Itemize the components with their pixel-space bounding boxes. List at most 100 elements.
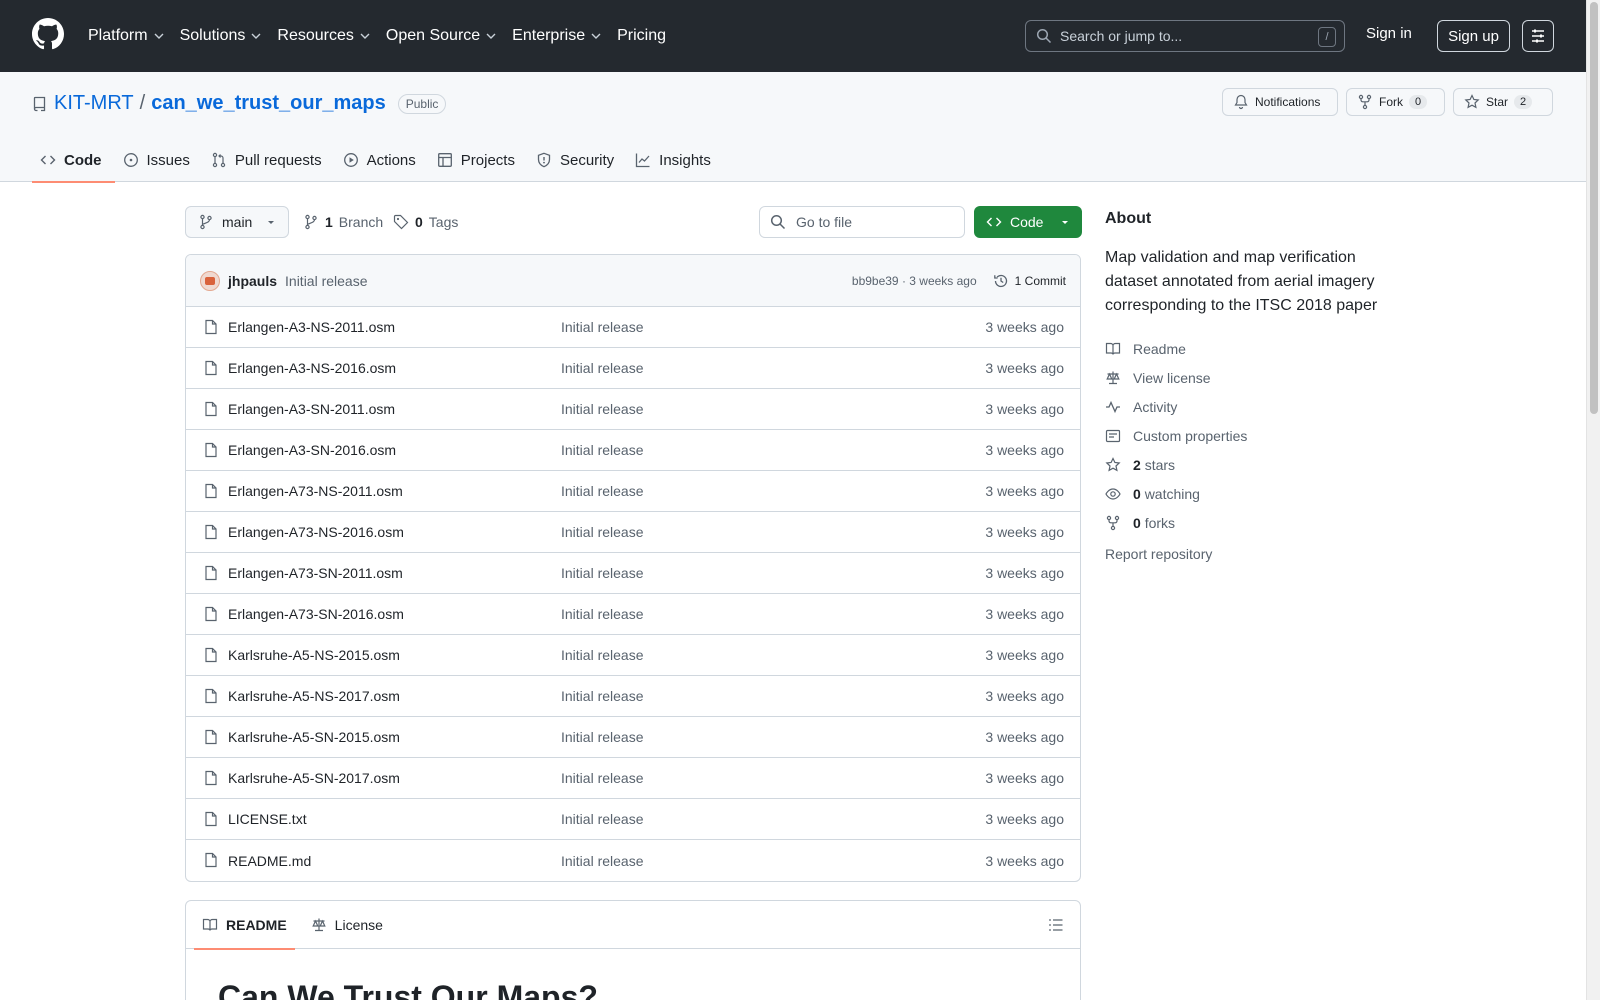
file-name-link[interactable]: Erlangen-A3-SN-2016.osm [228, 442, 396, 458]
repo-owner-link[interactable]: KIT-MRT [54, 92, 134, 115]
settings-menu-button[interactable] [1522, 20, 1554, 52]
file-toolbar: main 1 Branch 0 Tags Go to file Code [185, 206, 1082, 238]
nav-enterprise[interactable]: Enterprise [504, 27, 609, 45]
file-name-link[interactable]: Erlangen-A73-SN-2011.osm [228, 565, 403, 581]
tab-pull-requests[interactable]: Pull requests [203, 138, 335, 182]
tab-readme[interactable]: README [194, 901, 295, 950]
commit-message[interactable]: Initial release [285, 273, 368, 289]
file-commit-message[interactable]: Initial release [561, 319, 644, 335]
visibility-badge: Public [397, 93, 447, 114]
github-logo-icon[interactable] [32, 18, 64, 50]
license-link[interactable]: View license [1105, 363, 1405, 392]
outline-list-icon[interactable] [1048, 917, 1064, 933]
global-search-input[interactable]: Search or jump to... / [1025, 20, 1345, 52]
file-name-link[interactable]: Erlangen-A73-NS-2016.osm [228, 524, 404, 540]
commit-author-link[interactable]: jhpauls [228, 273, 277, 289]
watching-link[interactable]: 0 watching [1105, 479, 1405, 508]
avatar[interactable] [200, 270, 220, 291]
branch-select-button[interactable]: main [185, 206, 289, 238]
file-row[interactable]: Erlangen-A73-SN-2011.osm Initial release… [186, 553, 1080, 594]
about-title: About [1105, 210, 1152, 227]
file-commit-message[interactable]: Initial release [561, 729, 644, 745]
file-name-link[interactable]: Karlsruhe-A5-NS-2015.osm [228, 647, 400, 663]
file-commit-message[interactable]: Initial release [561, 483, 644, 499]
code-dropdown-button[interactable]: Code [974, 206, 1082, 238]
code-icon [986, 217, 1002, 227]
about-sidebar: About Map validation and map verificatio… [1105, 210, 1405, 568]
go-to-file-input[interactable]: Go to file [759, 206, 965, 238]
tab-code[interactable]: Code [32, 138, 115, 183]
custom-properties-link[interactable]: Custom properties [1105, 421, 1405, 450]
tab-actions[interactable]: Actions [335, 138, 429, 182]
file-row[interactable]: Karlsruhe-A5-SN-2015.osm Initial release… [186, 717, 1080, 758]
activity-link[interactable]: Activity [1105, 392, 1405, 421]
file-commit-message[interactable]: Initial release [561, 853, 644, 869]
file-row[interactable]: Erlangen-A3-SN-2011.osm Initial release … [186, 389, 1080, 430]
scrollbar-thumb[interactable] [1590, 2, 1598, 414]
star-button[interactable]: Star 2 [1453, 88, 1553, 116]
file-commit-message[interactable]: Initial release [561, 360, 644, 376]
file-row[interactable]: Erlangen-A73-NS-2016.osm Initial release… [186, 512, 1080, 553]
page-scrollbar[interactable] [1586, 0, 1600, 1000]
custom-properties-label: Custom properties [1133, 427, 1248, 444]
repo-name-link[interactable]: can_we_trust_our_maps [151, 92, 386, 115]
tags-link[interactable]: 0 Tags [393, 214, 458, 230]
file-name-link[interactable]: Karlsruhe-A5-NS-2017.osm [228, 688, 400, 704]
file-row[interactable]: Karlsruhe-A5-NS-2015.osm Initial release… [186, 635, 1080, 676]
file-row[interactable]: Erlangen-A3-SN-2016.osm Initial release … [186, 430, 1080, 471]
report-repository-link[interactable]: Report repository [1105, 539, 1405, 568]
fork-button[interactable]: Fork 0 [1346, 88, 1445, 116]
stars-link[interactable]: 2 stars [1105, 450, 1405, 479]
file-row[interactable]: Erlangen-A3-NS-2016.osm Initial release … [186, 348, 1080, 389]
file-name-link[interactable]: README.md [228, 853, 311, 869]
sign-in-link[interactable]: Sign in [1366, 25, 1412, 42]
file-row[interactable]: Erlangen-A73-SN-2016.osm Initial release… [186, 594, 1080, 635]
file-commit-time: 3 weeks ago [985, 606, 1064, 622]
file-commit-message[interactable]: Initial release [561, 770, 644, 786]
file-commit-message[interactable]: Initial release [561, 565, 644, 581]
notifications-button[interactable]: Notifications [1222, 88, 1338, 116]
tab-security[interactable]: Security [528, 138, 627, 182]
file-commit-message[interactable]: Initial release [561, 606, 644, 622]
commit-hash-time[interactable]: bb9be39 · 3 weeks ago [852, 274, 977, 288]
nav-pricing[interactable]: Pricing [609, 27, 674, 45]
file-row[interactable]: Karlsruhe-A5-SN-2017.osm Initial release… [186, 758, 1080, 799]
file-name-link[interactable]: Erlangen-A73-NS-2011.osm [228, 483, 403, 499]
file-row[interactable]: Erlangen-A3-NS-2011.osm Initial release … [186, 307, 1080, 348]
nav-solutions[interactable]: Solutions [172, 27, 270, 45]
file-name-link[interactable]: Erlangen-A3-SN-2011.osm [228, 401, 395, 417]
nav-resources[interactable]: Resources [269, 27, 377, 45]
file-row[interactable]: README.md Initial release 3 weeks ago [186, 840, 1080, 881]
file-name-link[interactable]: LICENSE.txt [228, 811, 307, 827]
file-row[interactable]: Erlangen-A73-NS-2011.osm Initial release… [186, 471, 1080, 512]
file-row[interactable]: LICENSE.txt Initial release 3 weeks ago [186, 799, 1080, 840]
watching-label: watching [1144, 485, 1200, 502]
tab-issues[interactable]: Issues [115, 138, 203, 182]
branches-link[interactable]: 1 Branch [303, 214, 383, 230]
commits-link[interactable]: 1 Commit [993, 273, 1066, 289]
file-commit-message[interactable]: Initial release [561, 647, 644, 663]
file-name-link[interactable]: Karlsruhe-A5-SN-2017.osm [228, 770, 400, 786]
file-commit-message[interactable]: Initial release [561, 811, 644, 827]
forks-link[interactable]: 0 forks [1105, 508, 1405, 537]
tab-insights[interactable]: Insights [627, 138, 724, 182]
file-commit-message[interactable]: Initial release [561, 401, 644, 417]
law-icon [311, 918, 326, 931]
nav-platform[interactable]: Platform [80, 27, 172, 45]
tab-projects[interactable]: Projects [429, 138, 528, 182]
repo-main: main 1 Branch 0 Tags Go to file Code jhp… [185, 206, 1082, 1000]
nav-open-source[interactable]: Open Source [378, 27, 504, 45]
file-name-link[interactable]: Erlangen-A3-NS-2016.osm [228, 360, 396, 376]
file-name-link[interactable]: Karlsruhe-A5-SN-2015.osm [228, 729, 400, 745]
file-commit-time: 3 weeks ago [985, 688, 1064, 704]
sign-up-button[interactable]: Sign up [1437, 20, 1510, 52]
file-icon [205, 565, 217, 581]
file-commit-message[interactable]: Initial release [561, 688, 644, 704]
readme-link[interactable]: Readme [1105, 334, 1405, 363]
file-name-link[interactable]: Erlangen-A73-SN-2016.osm [228, 606, 404, 622]
file-commit-message[interactable]: Initial release [561, 524, 644, 540]
file-name-link[interactable]: Erlangen-A3-NS-2011.osm [228, 319, 395, 335]
file-commit-message[interactable]: Initial release [561, 442, 644, 458]
file-row[interactable]: Karlsruhe-A5-NS-2017.osm Initial release… [186, 676, 1080, 717]
tab-license[interactable]: License [303, 901, 391, 949]
